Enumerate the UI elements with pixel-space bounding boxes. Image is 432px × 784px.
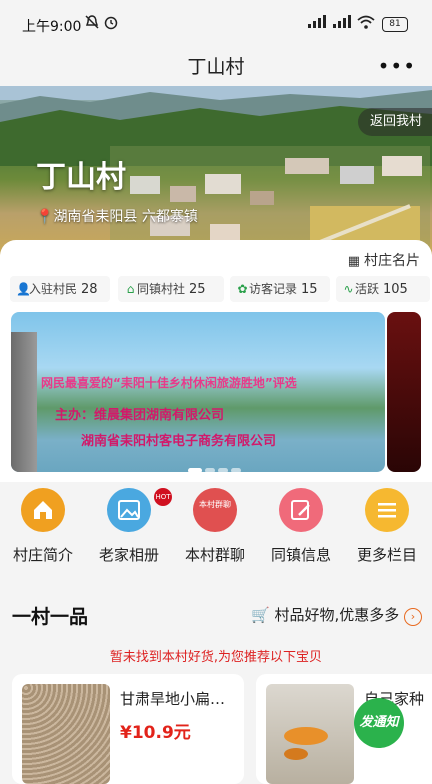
grid-icon: ▦ <box>347 254 360 269</box>
back-to-my-village-button[interactable]: 返回我村 <box>357 108 432 136</box>
banner-headline: 网民最喜爱的“耒阳十佳乡村休闲旅游胜地”评选 <box>41 376 297 390</box>
product-image <box>22 684 110 784</box>
village-location: 📍湖南省耒阳县 六都寨镇 <box>36 209 198 225</box>
location-pin-icon: 📍 <box>36 209 54 225</box>
cart-icon: 🛒 <box>250 606 270 624</box>
menu-grid: 村庄简介 老家相册 本村群聊 本村群聊 同镇信息 更多栏目 <box>0 482 432 572</box>
status-bar: 上午9:00 81 <box>0 0 432 46</box>
product-image <box>266 684 354 784</box>
recommendation-notice: 暂未找到本村好货,为您推荐以下宝贝 <box>109 650 323 665</box>
product-name: 甘肃旱地小扁… <box>120 690 226 708</box>
status-time: 上午9:00 <box>22 19 82 35</box>
stat-same-town[interactable]: ⌂ 同镇村社 25 <box>118 276 224 302</box>
signal-icon <box>308 15 326 28</box>
tower-image <box>11 332 37 472</box>
mute-icon <box>85 15 99 29</box>
battery-indicator: 81 <box>382 17 408 32</box>
section-products-link[interactable]: 🛒 村品好物,优惠多多 › <box>251 604 422 626</box>
wifi-icon <box>357 15 375 29</box>
event-banner[interactable]: 网民最喜爱的“耒阳十佳乡村休闲旅游胜地”评选 主办：维晨集团湖南有限公司 湖南省… <box>11 312 385 472</box>
list-icon <box>365 488 409 532</box>
page-title: 丁山村 <box>187 56 245 78</box>
title-bar: 丁山村 ••• <box>0 46 432 86</box>
chat-group-icon: 本村群聊 <box>193 488 237 532</box>
album-icon <box>107 488 151 532</box>
footprint-icon: ✿ <box>237 282 248 296</box>
menu-village-group-chat[interactable]: 本村群聊 本村群聊 <box>172 488 258 565</box>
send-notice-button[interactable]: 发通知 <box>354 698 404 748</box>
stat-active[interactable]: ∿活跃 105 <box>336 276 430 302</box>
menu-village-intro[interactable]: 村庄简介 <box>0 488 86 565</box>
menu-more-columns[interactable]: 更多栏目 <box>344 488 430 565</box>
product-price: ¥10.9元 <box>120 723 191 743</box>
stat-visitors[interactable]: ✿访客记录 15 <box>230 276 330 302</box>
pulse-icon: ∿ <box>343 282 354 296</box>
house-icon: ⌂ <box>126 282 135 296</box>
banner-organizer: 主办：维晨集团湖南有限公司 <box>55 408 225 423</box>
next-banner-preview[interactable] <box>387 312 421 472</box>
edit-icon <box>279 488 323 532</box>
more-menu-button[interactable]: ••• <box>378 54 416 78</box>
stat-villagers[interactable]: 👤入驻村民 28 <box>10 276 110 302</box>
chevron-right-icon: › <box>404 608 422 626</box>
village-name: 丁山村 <box>36 160 126 195</box>
hot-badge: HOT <box>154 488 172 506</box>
village-namecard-link[interactable]: ▦ 村庄名片 <box>348 250 420 270</box>
stats-row: 👤入驻村民 28 ⌂ 同镇村社 25 ✿访客记录 15 ∿活跃 105 <box>10 276 430 302</box>
alarm-icon <box>104 16 118 30</box>
signal-2-icon <box>333 15 351 28</box>
banner-organizer-2: 湖南省耒阳村客电子商务有限公司 <box>81 434 277 449</box>
home-icon <box>21 488 65 532</box>
section-title: 一村一品 <box>12 606 89 628</box>
person-icon: 👤 <box>16 282 31 296</box>
carousel-indicator <box>188 458 244 473</box>
menu-town-info[interactable]: 同镇信息 <box>258 488 344 565</box>
